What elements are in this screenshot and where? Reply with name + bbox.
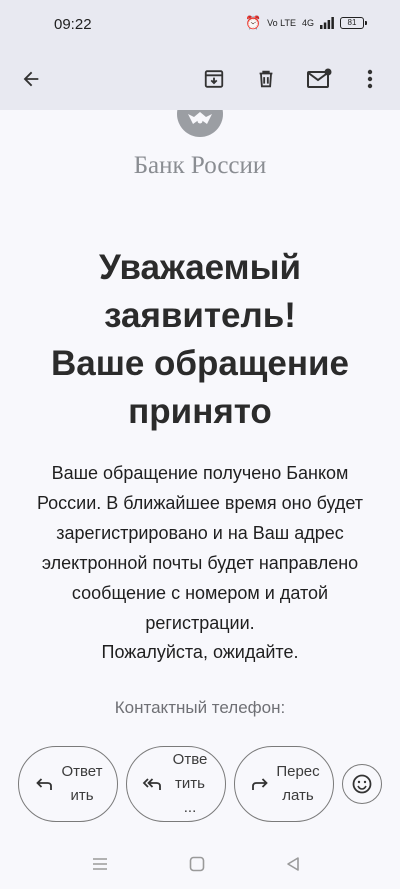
emoji-icon [352, 774, 372, 794]
reply-all-icon [139, 777, 165, 791]
battery-level: 81 [347, 18, 357, 27]
archive-icon [204, 70, 224, 88]
network-indicator: 4G [301, 17, 314, 28]
forward-label: Перес лать [276, 763, 320, 804]
status-icons: ⏰ Vo LTE 4G 81 [244, 15, 367, 30]
forward-button[interactable]: Перес лать [234, 746, 334, 822]
heading-line: принято [128, 392, 272, 431]
emoji-reaction-button[interactable] [342, 764, 382, 804]
back-button[interactable] [11, 59, 51, 99]
forward-icon [247, 777, 273, 791]
nav-home-button[interactable] [185, 854, 209, 874]
battery-icon: 81 [340, 16, 367, 29]
archive-button[interactable] [194, 59, 234, 99]
message-line: сообщение с номером и датой [71, 583, 329, 603]
more-vert-icon [367, 69, 373, 89]
more-options-button[interactable] [350, 59, 390, 99]
delete-icon [259, 70, 273, 88]
heading-line: заявитель! [104, 296, 296, 335]
nav-back-triangle-icon [287, 857, 299, 871]
bank-logo-icon [177, 110, 223, 137]
volte-indicator: Vo LTE [267, 17, 296, 28]
message-line: России. В ближайшее время оно будет [36, 493, 364, 513]
system-nav-bar [0, 840, 400, 889]
phone-label: Контактный телефон: [114, 698, 286, 717]
message-line: электронной почты будет направлено [41, 553, 359, 573]
nav-menu-button[interactable] [88, 854, 112, 874]
reply-icon [31, 777, 57, 791]
reply-all-label: Отве тить ... [172, 751, 208, 816]
back-arrow-icon [23, 71, 39, 87]
message-line: Ваше обращение получено Банком [51, 463, 349, 483]
email-body: Банк России Уважаемый заявитель! Ваше об… [0, 110, 400, 840]
nav-back-button[interactable] [281, 854, 305, 874]
heading-line: Уважаемый [99, 248, 301, 287]
reply-button[interactable]: Ответ ить [18, 746, 118, 822]
delete-button[interactable] [246, 59, 286, 99]
mark-unread-button[interactable] [300, 59, 340, 99]
status-time: 09:22 [54, 16, 92, 33]
wait-message: Пожалуйста, ожидайте. [101, 642, 299, 662]
home-square-icon [189, 856, 205, 872]
message-line: зарегистрировано и на Ваш адрес [56, 523, 344, 543]
menu-icon [93, 858, 107, 870]
signal-icon [320, 16, 334, 29]
email-message: Ваше обращение получено Банком России. В… [30, 458, 370, 638]
bank-name: Банк России [133, 152, 267, 179]
status-bar: 09:22 ⏰ Vo LTE 4G 81 [0, 0, 400, 48]
reply-all-button[interactable]: Отве тить ... [126, 746, 226, 822]
email-heading: Уважаемый заявитель! Ваше обращение прин… [20, 244, 380, 436]
mark-unread-icon [307, 68, 332, 88]
heading-line: Ваше обращение [50, 344, 350, 383]
message-line: регистрации. [145, 613, 255, 633]
reply-label: Ответ ить [61, 763, 103, 804]
email-toolbar [0, 48, 400, 110]
alarm-icon: ⏰ [244, 15, 262, 30]
